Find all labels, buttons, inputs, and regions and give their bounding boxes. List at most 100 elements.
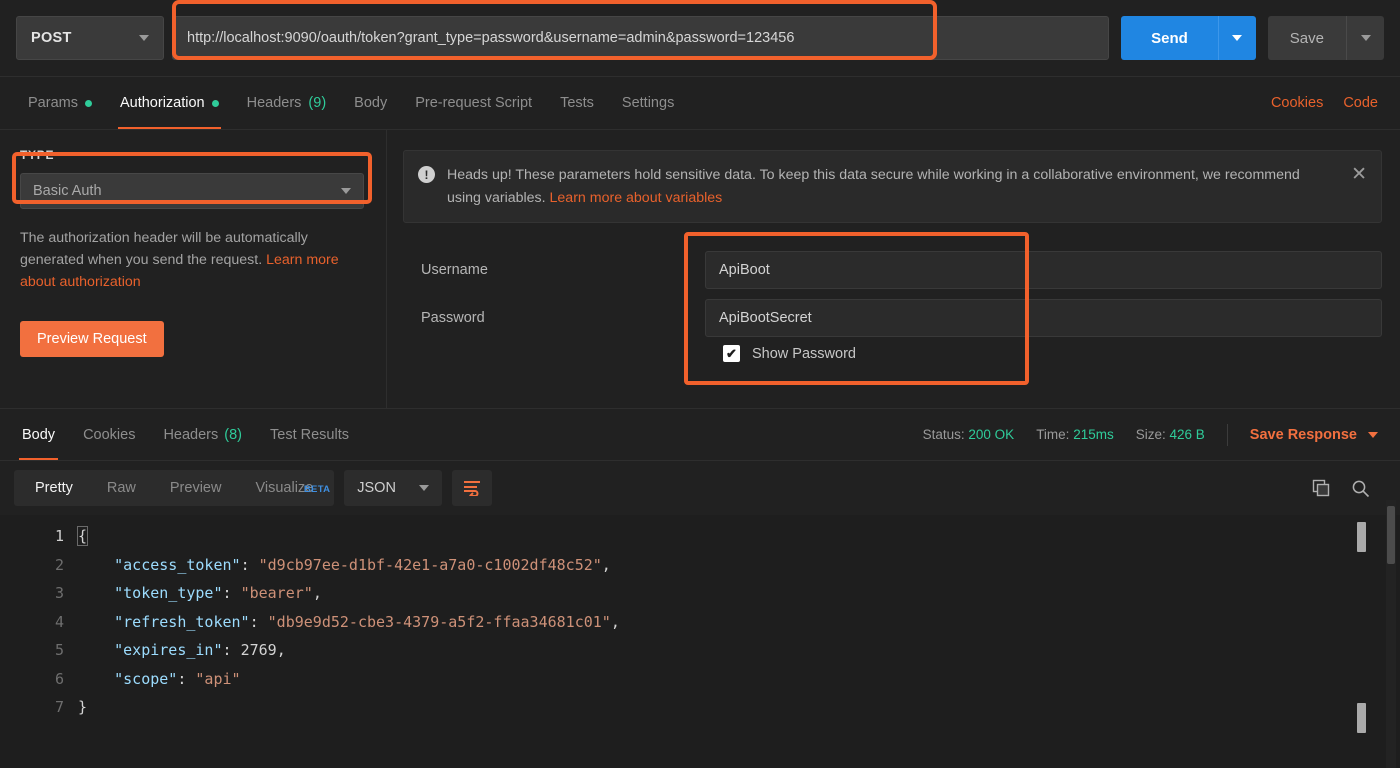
response-tab-cookies-label: Cookies: [83, 427, 135, 443]
chevron-down-icon: [1232, 35, 1242, 41]
line-number: 7: [0, 693, 64, 722]
status-value: 200 OK: [968, 427, 1014, 442]
save-response-label: Save Response: [1250, 427, 1357, 443]
code-scrollbar-thumb-top[interactable]: [1357, 522, 1366, 552]
response-tab-headers[interactable]: Headers (8): [149, 409, 256, 460]
code-token: :: [177, 670, 195, 688]
code-line: "refresh_token": "db9e9d52-cbe3-4379-a5f…: [78, 608, 1400, 637]
show-password-row[interactable]: ✔ Show Password: [403, 345, 1382, 362]
preview-request-button[interactable]: Preview Request: [20, 321, 164, 357]
modified-dot-icon: [212, 100, 219, 107]
tab-authorization-label: Authorization: [120, 95, 205, 111]
tab-settings[interactable]: Settings: [608, 77, 688, 129]
authorization-panel: TYPE Basic Auth The authorization header…: [0, 130, 1400, 408]
url-input[interactable]: http://localhost:9090/oauth/token?grant_…: [172, 16, 1109, 60]
response-tab-cookies[interactable]: Cookies: [69, 409, 149, 460]
tab-pre-request-script[interactable]: Pre-request Script: [401, 77, 546, 129]
tab-params[interactable]: Params: [14, 77, 106, 129]
size-label: Size:: [1136, 427, 1166, 442]
cookies-link[interactable]: Cookies: [1271, 95, 1323, 111]
chevron-down-icon: [341, 188, 351, 194]
response-meta: Status: 200 OK Time: 215ms Size: 426 B S…: [923, 409, 1392, 460]
code-token: "token_type": [114, 584, 222, 602]
username-input[interactable]: ApiBoot: [705, 251, 1382, 289]
search-button[interactable]: [1351, 479, 1370, 498]
response-format-select[interactable]: JSON: [344, 470, 442, 506]
view-pretty[interactable]: Pretty: [18, 470, 90, 506]
response-body-viewer[interactable]: 1234567 { "access_token": "d9cb97ee-d1bf…: [0, 515, 1400, 768]
panel-scrollbar-thumb[interactable]: [1387, 506, 1395, 564]
tab-tests[interactable]: Tests: [546, 77, 608, 129]
code-link[interactable]: Code: [1343, 95, 1378, 111]
auth-type-column: TYPE Basic Auth The authorization header…: [0, 130, 387, 408]
tab-settings-label: Settings: [622, 95, 674, 111]
line-number: 1: [0, 522, 64, 551]
tab-pre-request-script-label: Pre-request Script: [415, 95, 532, 111]
panel-scrollbar[interactable]: [1386, 500, 1396, 768]
code-token: "api": [195, 670, 240, 688]
auth-description: The authorization header will be automat…: [20, 227, 350, 293]
code-token: }: [78, 698, 87, 716]
show-password-checkbox[interactable]: ✔: [723, 345, 740, 362]
time-item: Time: 215ms: [1036, 427, 1114, 442]
code-scrollbar[interactable]: [1357, 515, 1366, 768]
copy-button[interactable]: [1312, 479, 1331, 498]
code-token: "db9e9d52-cbe3-4379-a5f2-ffaa34681c01": [268, 613, 611, 631]
tab-body[interactable]: Body: [340, 77, 401, 129]
view-raw[interactable]: Raw: [90, 470, 153, 506]
username-row: Username ApiBoot: [403, 249, 1382, 291]
time-value: 215ms: [1073, 427, 1114, 442]
request-tabs: Params Authorization Headers (9) Body Pr…: [0, 77, 1400, 130]
send-button-group: Send: [1121, 16, 1256, 60]
notice-learn-more-link[interactable]: Learn more about variables: [550, 190, 723, 206]
url-input-wrapper: http://localhost:9090/oauth/token?grant_…: [172, 16, 1109, 60]
code-scrollbar-thumb-bottom[interactable]: [1357, 703, 1366, 733]
notice-text: Heads up! These parameters hold sensitiv…: [447, 164, 1329, 209]
line-number: 3: [0, 579, 64, 608]
save-response-button[interactable]: Save Response: [1250, 427, 1378, 443]
request-bar: POST http://localhost:9090/oauth/token?g…: [0, 0, 1400, 77]
wrap-lines-button[interactable]: [452, 470, 492, 506]
save-options-button[interactable]: [1346, 16, 1384, 60]
code-line: "token_type": "bearer",: [78, 579, 1400, 608]
code-token: :: [241, 556, 259, 574]
code-token: ,: [313, 584, 322, 602]
response-body-code[interactable]: { "access_token": "d9cb97ee-d1bf-42e1-a7…: [78, 515, 1400, 768]
response-tabs: Body Cookies Headers (8) Test Results St…: [0, 408, 1400, 461]
line-number-gutter: 1234567: [0, 515, 78, 768]
divider: [1227, 424, 1228, 446]
http-method-selector[interactable]: POST: [16, 16, 164, 60]
chevron-down-icon: [419, 485, 429, 491]
code-token: {: [78, 527, 87, 545]
response-tab-body[interactable]: Body: [8, 409, 69, 460]
chevron-down-icon: [1361, 35, 1371, 41]
line-number: 5: [0, 636, 64, 665]
code-token: "bearer": [241, 584, 313, 602]
tab-headers[interactable]: Headers (9): [233, 77, 341, 129]
view-visualize[interactable]: VisualizeBETA: [238, 470, 330, 506]
response-tab-test-results[interactable]: Test Results: [256, 409, 363, 460]
code-token: 2769: [241, 641, 277, 659]
time-label: Time:: [1036, 427, 1069, 442]
code-line: "expires_in": 2769,: [78, 636, 1400, 665]
response-tab-body-label: Body: [22, 427, 55, 443]
chevron-down-icon: [1368, 432, 1378, 438]
send-options-button[interactable]: [1218, 16, 1256, 60]
code-token: "scope": [114, 670, 177, 688]
tab-tests-label: Tests: [560, 95, 594, 111]
auth-description-text: The authorization header will be automat…: [20, 230, 308, 268]
code-token: ,: [602, 556, 611, 574]
password-input[interactable]: ApiBootSecret: [705, 299, 1382, 337]
request-tabs-actions: Cookies Code: [1271, 77, 1386, 129]
auth-type-heading: TYPE: [20, 148, 366, 162]
wrap-lines-icon: [463, 480, 481, 496]
auth-type-select[interactable]: Basic Auth: [20, 173, 364, 209]
status-item: Status: 200 OK: [923, 427, 1015, 442]
send-button[interactable]: Send: [1121, 16, 1218, 60]
save-button[interactable]: Save: [1268, 16, 1346, 60]
close-icon[interactable]: ✕: [1351, 165, 1367, 184]
username-label: Username: [403, 262, 705, 278]
response-tab-headers-count: (8): [224, 427, 242, 443]
view-preview[interactable]: Preview: [153, 470, 239, 506]
tab-authorization[interactable]: Authorization: [106, 77, 233, 129]
